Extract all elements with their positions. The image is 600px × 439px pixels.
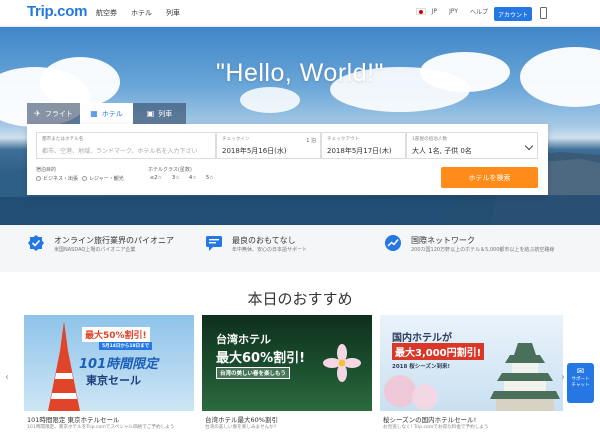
- feature-pioneer-title: オンライン旅行業界のパイオニア: [54, 236, 174, 245]
- card-tokyo-discount: 最大50%割引!: [82, 327, 150, 342]
- help-link[interactable]: ヘルプ: [470, 7, 488, 16]
- support-chat-button[interactable]: ✉ サポート チャット: [567, 363, 594, 403]
- card-tokyo-hours: 101時間限定: [79, 357, 159, 372]
- castle-illustration: [490, 343, 560, 411]
- japan-flag-icon[interactable]: [415, 8, 426, 15]
- guests-field[interactable]: 1部屋の宿泊人数 大人 1名, 子供 0名: [406, 132, 538, 159]
- currency-select[interactable]: JPY: [449, 8, 458, 15]
- checkout-date[interactable]: 2018年5月17日(木): [327, 146, 392, 156]
- train-icon: ▣: [146, 109, 155, 118]
- destination-label: 都市またはホテル名: [42, 137, 84, 142]
- support-chat-label: サポート チャット: [571, 377, 590, 388]
- star-filter-4[interactable]: 4☆: [189, 175, 197, 181]
- hotel-icon: ▦: [90, 109, 98, 118]
- top-nav: Trip.com 航空券 ホテル 列車 JP JPY ヘルプ アカウント: [0, 0, 600, 27]
- trip-logo[interactable]: Trip.com: [27, 3, 87, 20]
- flower-illustration: [323, 344, 361, 382]
- chevron-down-icon[interactable]: [524, 141, 534, 151]
- feature-service-title: 最良のおもてなし: [232, 236, 296, 245]
- card-domestic-caption[interactable]: 桜シーズンの国内ホテルセール!: [383, 414, 476, 424]
- tab-train[interactable]: ▣ 列車: [133, 103, 186, 124]
- promo-card-tokyo[interactable]: 最大50%割引! 5月14日から18日まで 101時間限定 東京セール: [24, 315, 194, 411]
- stars-label: ホテルクラス(星数): [148, 167, 192, 173]
- language-select[interactable]: JP: [432, 8, 437, 15]
- cloud-decoration: [240, 87, 300, 113]
- purpose-business-radio[interactable]: ビジネス・出張: [36, 175, 78, 182]
- hero-title: "Hello, World!": [216, 59, 384, 87]
- feature-pioneer-sub: 米国NASDAQ上場のパイオニア企業: [54, 247, 136, 253]
- carousel-next-icon[interactable]: ›: [561, 372, 565, 383]
- account-button[interactable]: アカウント: [494, 7, 532, 21]
- feature-service-sub: 年中無休、安心の日本語サポート: [232, 247, 308, 253]
- search-tabs: ✈ フライト ▦ ホテル ▣ 列車: [27, 103, 186, 124]
- nav-hotels[interactable]: ホテル: [131, 8, 152, 18]
- destination-field[interactable]: 都市またはホテル名 都市、空港、地域、ランドマーク、ホテル名を入力下さい: [36, 132, 216, 159]
- carousel-prev-icon[interactable]: ‹: [5, 372, 9, 383]
- star-filter-5[interactable]: 5☆: [206, 175, 214, 181]
- guests-label: 1部屋の宿泊人数: [412, 137, 448, 142]
- star-filter-2[interactable]: ≤2☆: [150, 175, 162, 181]
- plane-icon: ✈: [34, 109, 41, 118]
- hotel-search-button[interactable]: ホテルを検索: [441, 167, 538, 188]
- purpose-label: 宿泊目的: [36, 167, 57, 173]
- chart-icon: [385, 235, 401, 251]
- card-domestic-title: 国内ホテルが: [392, 333, 452, 344]
- feature-strip: オンライン旅行業界のパイオニア 米国NASDAQ上場のパイオニア企業 最良のおも…: [0, 225, 600, 272]
- checkout-label: チェックアウト: [327, 137, 360, 142]
- nights-count: 1 泊: [306, 138, 316, 144]
- guests-value[interactable]: 大人 1名, 子供 0名: [412, 146, 472, 156]
- card-tokyo-sub: 101時間限定、東京ホテルをTrip.comでスペシャル価格でご予約しよう: [27, 425, 175, 430]
- nav-flights[interactable]: 航空券: [96, 8, 117, 18]
- promo-card-taiwan[interactable]: 台湾ホテル 最大60%割引! 台湾の美しい春を楽しもう: [202, 315, 372, 411]
- tab-flight-label: フライト: [44, 109, 73, 118]
- destination-input[interactable]: 都市、空港、地域、ランドマーク、ホテル名を入力下さい: [42, 146, 197, 155]
- hotel-search-form: 都市またはホテル名 都市、空港、地域、ランドマーク、ホテル名を入力下さい チェッ…: [27, 124, 548, 195]
- support-chat-icon: ✉: [576, 367, 585, 377]
- checkout-field[interactable]: チェックアウト 2018年5月17日(木): [321, 132, 406, 159]
- feature-network-sub: 200カ国120万軒以上のホテル＆5,000都市以上を結ぶ航空路線: [411, 247, 555, 253]
- tab-hotel-label: ホテル: [101, 109, 123, 118]
- card-taiwan-sub: 台湾の美しい春を楽しみませんか?: [205, 425, 277, 430]
- checkin-field[interactable]: チェックイン 1 泊 2018年5月16日(水): [216, 132, 321, 159]
- mobile-app-icon[interactable]: [540, 7, 547, 19]
- nav-trains[interactable]: 列車: [166, 8, 180, 18]
- card-taiwan-discount: 最大60%割引!: [216, 351, 306, 366]
- purpose-leisure-radio[interactable]: レジャー・観光: [82, 175, 124, 182]
- tokyo-tower-illustration: [48, 321, 80, 411]
- checkin-label: チェックイン: [222, 137, 250, 142]
- card-domestic-sub: お見逃しなく! Trip.comでお得な料金で予約しよう: [383, 425, 489, 430]
- tab-flight[interactable]: ✈ フライト: [27, 103, 80, 124]
- main-nav: 航空券 ホテル 列車: [96, 8, 180, 18]
- tab-hotel[interactable]: ▦ ホテル: [80, 103, 133, 124]
- cherry-blossom-illustration: [384, 375, 438, 410]
- card-taiwan-tagline: 台湾の美しい春を楽しもう: [216, 367, 290, 379]
- card-tokyo-sale: 東京セール: [86, 374, 141, 387]
- card-tokyo-caption[interactable]: 101時間限定 東京ホテルセール: [27, 414, 119, 424]
- chat-icon: [206, 236, 222, 251]
- star-filter-3[interactable]: 3☆: [172, 175, 180, 181]
- feature-network-title: 国際ネットワーク: [411, 236, 475, 245]
- checkin-date[interactable]: 2018年5月16日(水): [222, 146, 287, 156]
- recommend-title: 本日のおすすめ: [247, 290, 353, 308]
- card-tokyo-dates: 5月14日から18日まで: [99, 342, 153, 350]
- promo-card-domestic[interactable]: 国内ホテルが 最大3,000円割引! 2018 桜シーズン到来!: [380, 315, 563, 411]
- top-right-links: JP JPY ヘルプ: [415, 7, 488, 16]
- card-taiwan-title: 台湾ホテル: [216, 333, 271, 346]
- card-taiwan-caption[interactable]: 台湾ホテル最大60%割引: [205, 414, 278, 424]
- badge-check-icon: [28, 235, 44, 251]
- tab-train-label: 列車: [158, 109, 173, 118]
- card-domestic-discount: 最大3,000円割引!: [392, 343, 485, 360]
- card-domestic-tagline: 2018 桜シーズン到来!: [392, 364, 450, 370]
